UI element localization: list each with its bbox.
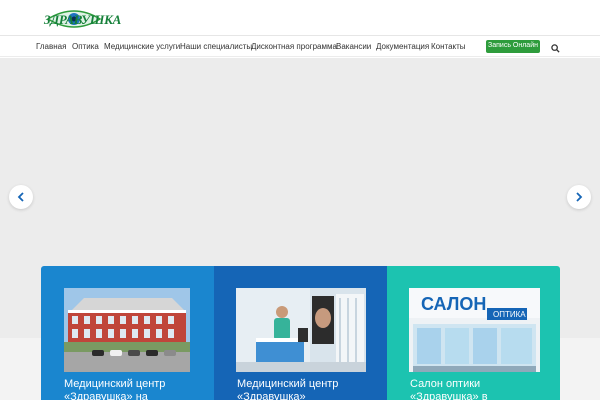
card-title: Салон оптики «Здравушка» в <box>410 378 488 400</box>
nav-item-documents[interactable]: Документация <box>376 42 429 51</box>
card-title: Медицинский центр «Здравушка» на <box>64 378 166 400</box>
card-title: Медицинский центр «Здравушка» <box>237 378 339 400</box>
nav-item-home[interactable]: Главная <box>36 42 66 51</box>
online-signup-button[interactable]: Запись Онлайн <box>486 40 540 53</box>
slider-next-button[interactable] <box>567 185 591 209</box>
chevron-right-icon <box>576 192 583 202</box>
nav-item-specialists[interactable]: Наши специалисты <box>180 42 252 51</box>
card-optics-salon[interactable]: САЛОН ОПТИКА Салон оптики «Здравушка» в <box>387 266 560 400</box>
svg-text:САЛОН: САЛОН <box>421 294 486 314</box>
nav-item-discount-program[interactable]: Дисконтная программа <box>251 42 337 51</box>
site-header: ЗДРАВУШКА <box>0 0 600 36</box>
card-medical-center-2[interactable]: Медицинский центр «Здравушка» <box>214 266 387 400</box>
chevron-left-icon <box>17 192 24 202</box>
card-photo-building <box>64 288 190 372</box>
slider-prev-button[interactable] <box>9 185 33 209</box>
card-photo-optometrist <box>236 288 366 372</box>
search-icon[interactable] <box>551 44 560 53</box>
svg-text:ОПТИКА: ОПТИКА <box>493 310 526 319</box>
card-medical-center-1[interactable]: Медицинский центр «Здравушка» на <box>41 266 214 400</box>
logo-text: ЗДРАВУШКА <box>44 12 122 27</box>
card-photo-optics-store: САЛОН ОПТИКА <box>409 288 540 372</box>
nav-item-contacts[interactable]: Контакты <box>431 42 466 51</box>
nav-item-medical-services[interactable]: Медицинские услуги <box>104 42 180 51</box>
logo[interactable]: ЗДРАВУШКА <box>44 5 121 32</box>
nav-item-vacancies[interactable]: Вакансии <box>336 42 371 51</box>
nav-item-optics[interactable]: Оптика <box>72 42 99 51</box>
